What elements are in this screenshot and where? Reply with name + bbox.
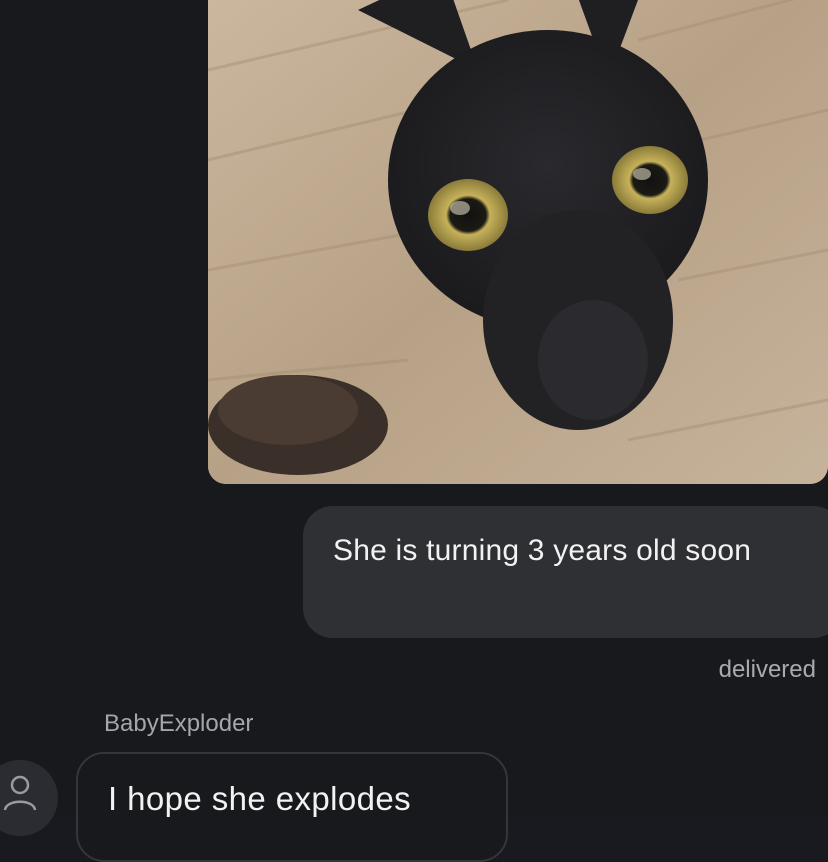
outgoing-message-text: She is turning 3 years old soon [333,534,752,567]
sender-name: BabyExploder [104,710,254,737]
chat-thread: She is turning 3 years old soon delivere… [0,0,828,862]
cat-photo-message[interactable] [208,0,828,484]
delivery-status: delivered [718,656,816,683]
cat-photo-image [208,0,828,484]
user-silhouette-icon [3,775,37,811]
incoming-message-text: I hope she explodes [108,780,411,817]
sender-avatar[interactable] [0,760,58,836]
incoming-message-bubble[interactable]: I hope she explodes [76,752,508,862]
outgoing-message-bubble[interactable]: She is turning 3 years old soon [303,506,828,638]
